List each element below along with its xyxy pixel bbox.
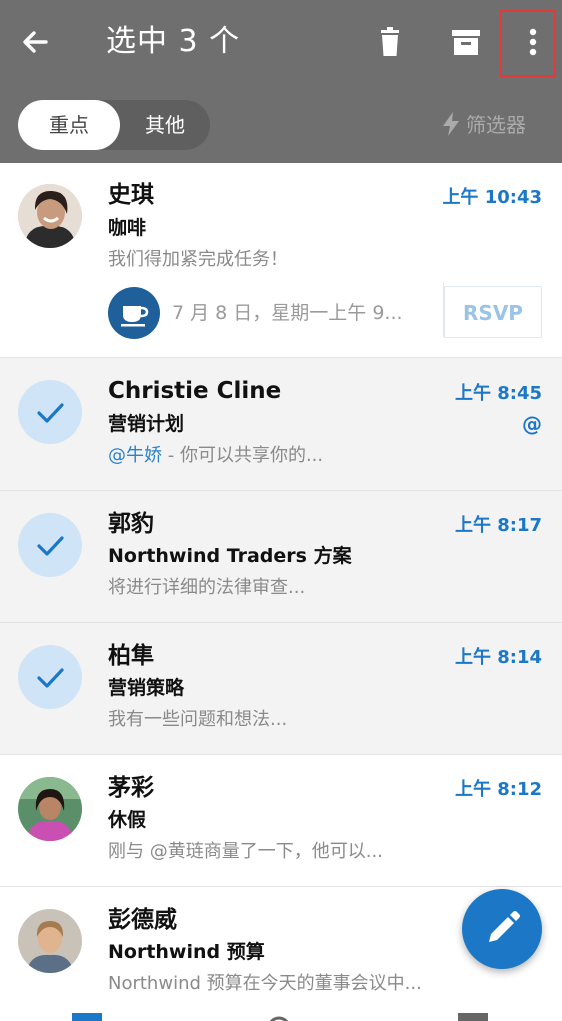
sender-name: 郭豹 [108,511,154,537]
app-header: 选中 3 个 重点 其他 筛选器 [0,0,562,163]
selected-checkmark-icon[interactable] [18,513,82,577]
received-time: 上午 8:45 [454,383,542,404]
preview-body: - 你可以共享你的... [162,445,324,466]
filter-button[interactable]: 筛选器 [440,110,526,140]
received-time: 上午 8:12 [454,779,542,800]
search-icon[interactable] [264,1013,294,1021]
sender-name: 茅彩 [108,775,154,801]
sender-name: 柏隼 [108,643,154,669]
sender-name: 史琪 [108,182,154,208]
delete-icon[interactable] [370,22,410,62]
selected-checkmark-icon[interactable] [18,380,82,444]
compose-button[interactable] [462,889,542,969]
preview-text: 我们得加紧完成任务！ [108,249,288,270]
compose-pencil-icon [489,911,520,942]
selected-checkmark-icon[interactable] [18,645,82,709]
event-summary: 7 月 8 日，星期一上午 9... [172,302,403,324]
bolt-icon [443,112,459,136]
sender-name: Christie Cline [108,378,282,404]
calendar-icon[interactable] [458,1013,488,1021]
mail-item[interactable]: 柏隼 上午 8:14 营销策略 我有一些问题和想法... [0,623,562,755]
subject: 营销计划 [108,413,185,435]
mail-list: 史琪 上午 10:43 咖啡 我们得加紧完成任务！ 7 月 8 日，星期一上午 … [0,163,562,1006]
selection-count-title: 选中 3 个 [106,24,241,59]
subject: Northwind 预算 [108,941,265,963]
rsvp-button[interactable]: RSVP [444,286,542,338]
mail-item[interactable]: 郭豹 上午 8:17 Northwind Traders 方案 将进行详细的法律… [0,491,562,623]
coffee-cup-icon [108,287,160,339]
preview-text: 将进行详细的法律审查... [108,577,306,598]
subject: 休假 [108,809,147,831]
received-time: 上午 8:14 [454,647,542,668]
tab-focused[interactable]: 重点 [18,100,120,150]
preview-text: Northwind 预算在今天的董事会议中... [108,973,422,994]
preview-text: 刚与 @黄琏商量了一下，他可以... [108,841,383,862]
received-time: 上午 8:17 [454,515,542,536]
avatar [18,909,82,973]
avatar [18,777,82,841]
more-options-highlight [500,10,556,77]
subject: 咖啡 [108,217,147,239]
bottom-navigation [0,1006,562,1021]
mail-item[interactable]: 茅彩 上午 8:12 休假 刚与 @黄琏商量了一下，他可以... [0,755,562,887]
mail-icon[interactable] [72,1013,102,1021]
mention-link[interactable]: @牛娇 [108,445,162,466]
subject: Northwind Traders 方案 [108,545,352,567]
filter-label: 筛选器 [466,113,526,137]
mail-item[interactable]: 史琪 上午 10:43 咖啡 我们得加紧完成任务！ 7 月 8 日，星期一上午 … [0,163,562,358]
mail-item[interactable]: Christie Cline 上午 8:45 营销计划 @ @牛娇 - 你可以共… [0,358,562,491]
tab-other[interactable]: 其他 [120,100,210,150]
archive-icon[interactable] [446,22,486,62]
avatar [18,184,82,248]
mention-badge: @ [522,412,542,436]
inbox-tabs: 重点 其他 [18,100,210,150]
received-time: 上午 10:43 [442,187,542,208]
preview-text: @牛娇 - 你可以共享你的... [108,443,323,469]
back-arrow-icon[interactable] [16,22,56,62]
preview-text: 我有一些问题和想法... [108,709,288,730]
subject: 营销策略 [108,677,185,699]
sender-name: 彭德威 [108,907,177,933]
